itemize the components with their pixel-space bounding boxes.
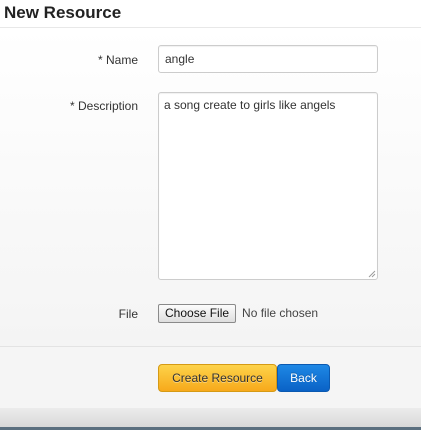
back-button[interactable]: Back xyxy=(277,364,330,392)
resource-form: * Name * Description a song create to gi… xyxy=(0,28,421,346)
create-resource-button[interactable]: Create Resource xyxy=(158,364,277,392)
footer-band xyxy=(0,408,421,427)
file-status-text: No file chosen xyxy=(242,306,319,320)
page-header: New Resource xyxy=(0,0,421,28)
name-label: * Name xyxy=(97,53,138,67)
resize-grip-icon[interactable] xyxy=(368,270,376,278)
description-textarea[interactable]: a song create to girls like angels xyxy=(158,92,378,280)
form-actions: Create Resource Back xyxy=(0,346,421,409)
new-resource-page: New Resource * Name * Description a song… xyxy=(0,0,421,430)
page-title: New Resource xyxy=(4,3,122,22)
description-label: * Description xyxy=(69,99,138,113)
file-input[interactable]: Choose File No file chosen xyxy=(158,303,318,323)
name-input[interactable] xyxy=(158,45,378,73)
file-label: File xyxy=(118,307,138,321)
choose-file-button[interactable]: Choose File xyxy=(158,303,237,323)
